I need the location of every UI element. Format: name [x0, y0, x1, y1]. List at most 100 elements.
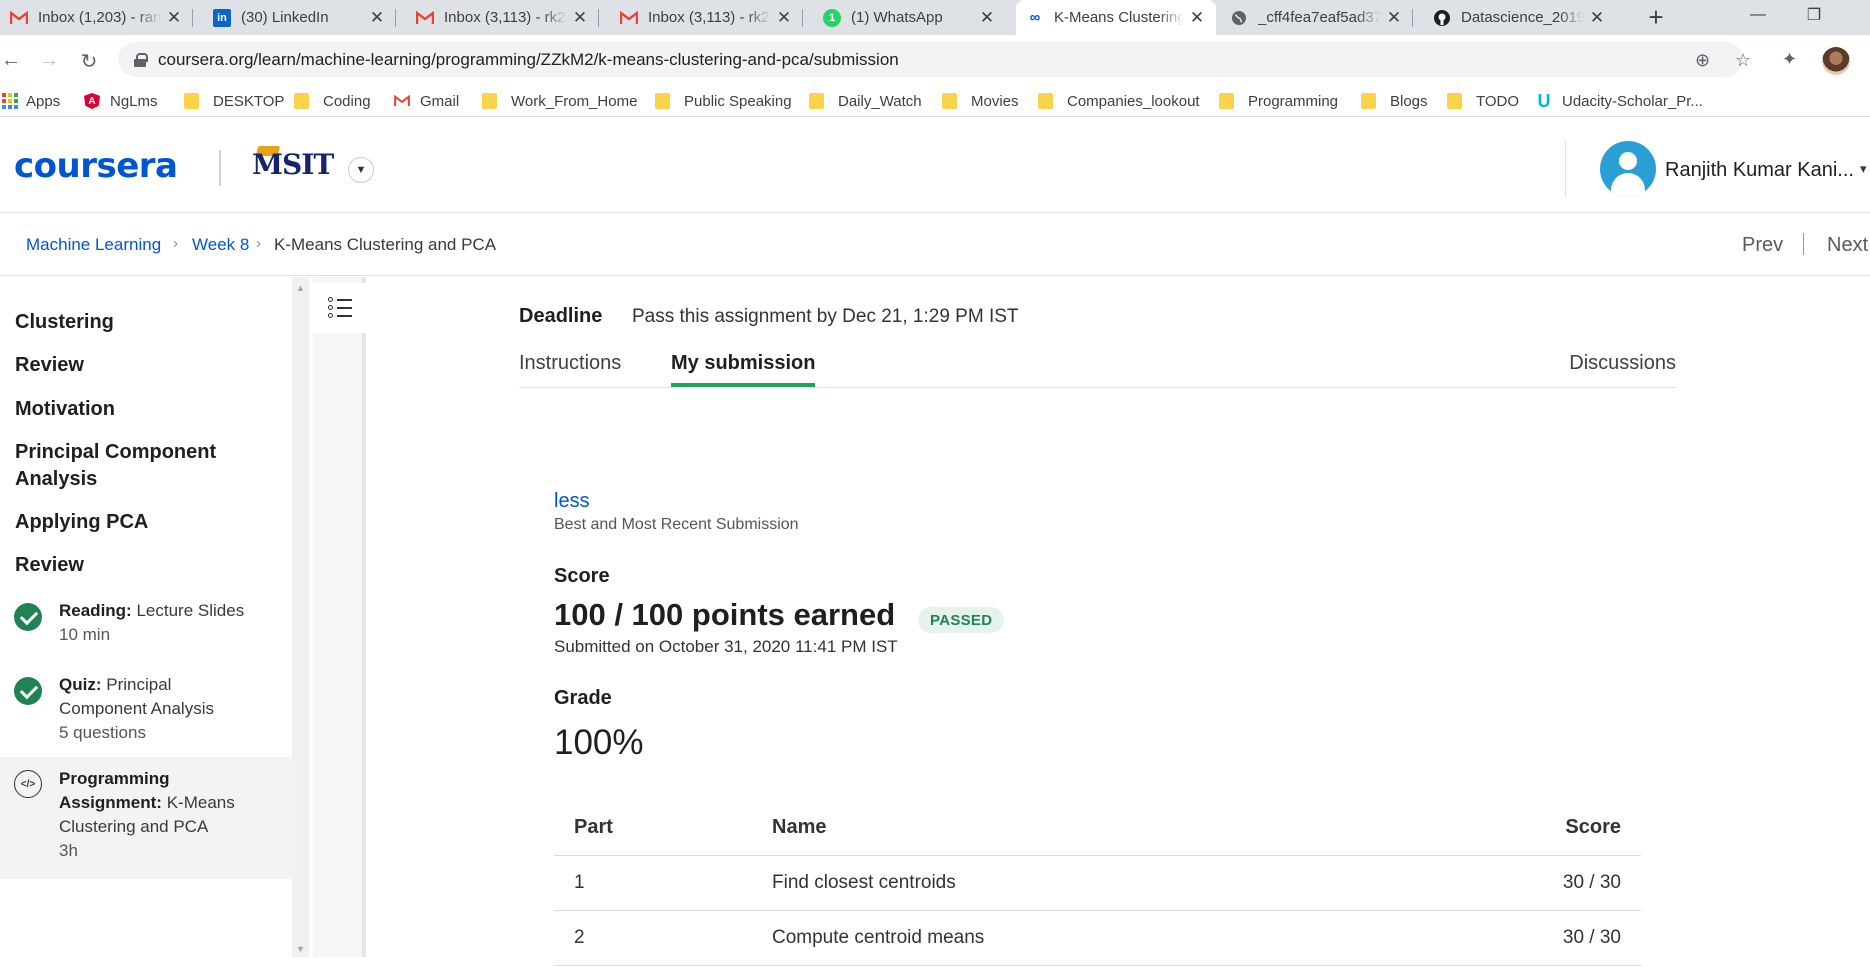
prev-button[interactable]: Prev — [1742, 234, 1783, 257]
chevron-down-icon[interactable]: ▾ — [1860, 161, 1867, 177]
toc-toggle-button[interactable] — [313, 283, 366, 333]
tab-my-submission[interactable]: My submission — [671, 352, 816, 387]
msit-logo[interactable]: MSIT — [252, 148, 334, 181]
breadcrumb-current: K-Means Clustering and PCA — [274, 235, 497, 254]
browser-toolbar: ← → ↻ coursera.org/learn/machine-learnin… — [0, 35, 1870, 85]
site-header: coursera MSIT ▼ Ranjith Kumar Kani... ▾ — [0, 117, 1870, 213]
tab-instructions[interactable]: Instructions — [519, 352, 621, 387]
chevron-down-icon[interactable]: ▼ — [348, 157, 374, 183]
close-tab-icon[interactable]: ✕ — [1588, 8, 1606, 28]
score-cell: 30 / 30 — [1401, 910, 1641, 966]
bookmark-public-speaking[interactable]: Public Speaking — [655, 91, 792, 111]
submitted-date: Submitted on October 31, 2020 11:41 PM I… — [554, 637, 898, 656]
close-tab-icon[interactable]: ✕ — [1385, 8, 1403, 28]
breadcrumb: Machine Learning › Week 8 › K-Means Clus… — [0, 213, 1870, 276]
sidebar-item-lecture-slides[interactable]: Reading: Lecture Slides 10 min — [0, 595, 292, 667]
list-icon — [327, 297, 352, 319]
minimize-icon[interactable]: — — [1730, 0, 1786, 30]
browser-tab-active[interactable]: ∞ K-Means Clustering ✕ — [1016, 0, 1216, 35]
browser-tab[interactable]: 1 (1) WhatsApp ✕ — [813, 0, 1006, 35]
forward-arrow-icon[interactable]: → — [38, 49, 60, 72]
breadcrumb-course[interactable]: Machine Learning — [26, 235, 161, 255]
breadcrumb-week[interactable]: Week 8 — [192, 235, 249, 255]
sidebar-item-programming-assignment[interactable]: </> Programming Assignment: K-Means Clus… — [0, 757, 292, 879]
scroll-up-icon[interactable]: ▲ — [292, 283, 309, 293]
bookmark-udacity[interactable]: U Udacity-Scholar_Pr... — [1536, 91, 1703, 111]
bookmark-companies-lookout[interactable]: Companies_lookout — [1038, 91, 1200, 111]
folder-icon — [1038, 93, 1053, 109]
new-tab-button[interactable]: + — [1640, 0, 1672, 35]
linkedin-icon: in — [213, 8, 231, 27]
bookmark-nglms[interactable]: A NgLms — [84, 91, 158, 111]
user-name[interactable]: Ranjith Kumar Kani... — [1665, 159, 1854, 182]
reload-icon[interactable]: ↻ — [78, 49, 100, 74]
bookmark-blogs[interactable]: Blogs — [1361, 91, 1428, 111]
sidebar-item-quiz-pca[interactable]: Quiz: Principal Component Analysis 5 que… — [0, 669, 292, 765]
close-tab-icon[interactable]: ✕ — [978, 8, 996, 28]
bookmark-programming[interactable]: Programming — [1219, 91, 1338, 111]
close-tab-icon[interactable]: ✕ — [165, 8, 183, 28]
sidebar-heading[interactable]: Review — [15, 552, 84, 579]
coursera-icon: ∞ — [1029, 9, 1041, 26]
browser-tab[interactable]: Inbox (1,203) - ran ✕ — [0, 0, 193, 35]
tab-discussions[interactable]: Discussions — [1569, 352, 1676, 387]
lock-icon[interactable] — [134, 53, 148, 67]
bookmark-apps[interactable]: Apps — [2, 91, 60, 111]
restore-icon[interactable]: ❐ — [1786, 0, 1842, 30]
bookmark-gmail[interactable]: Gmail — [394, 91, 459, 111]
back-arrow-icon[interactable]: ← — [0, 49, 22, 72]
bookmark-todo[interactable]: TODO — [1447, 91, 1519, 111]
folder-icon — [942, 93, 957, 109]
close-tab-icon[interactable]: ✕ — [571, 8, 589, 28]
less-link[interactable]: less — [554, 490, 590, 513]
results-table: Part Name Score 1 Find closest centroids… — [554, 800, 1641, 966]
submission-note: Best and Most Recent Submission — [554, 516, 799, 533]
close-tab-icon[interactable]: ✕ — [1188, 8, 1206, 28]
browser-tab[interactable]: Inbox (3,113) - rk2 ✕ — [610, 0, 803, 35]
browser-tab[interactable]: Inbox (3,113) - rk2 ✕ — [406, 0, 599, 35]
bookmark-movies[interactable]: Movies — [942, 91, 1019, 111]
address-bar[interactable]: coursera.org/learn/machine-learning/prog… — [118, 42, 1751, 77]
sidebar-heading[interactable]: Principal Component Analysis — [15, 439, 245, 493]
gmail-icon — [416, 9, 434, 27]
assignment-tabs: Instructions My submission Discussions — [519, 343, 1676, 388]
star-icon[interactable]: ☆ — [1735, 50, 1751, 71]
user-avatar-icon[interactable] — [1600, 141, 1656, 197]
profile-avatar-icon[interactable] — [1822, 47, 1850, 75]
sidebar-heading[interactable]: Applying PCA — [15, 509, 148, 536]
zoom-icon[interactable]: ⊕ — [1695, 50, 1710, 71]
close-tab-icon[interactable]: ✕ — [368, 8, 386, 28]
chevron-right-icon: › — [256, 235, 261, 252]
coursera-logo[interactable]: coursera — [14, 146, 178, 186]
bookmark-coding[interactable]: Coding — [294, 91, 371, 111]
bookmark-work-from-home[interactable]: Work_From_Home — [482, 91, 637, 111]
table-header-row: Part Name Score — [554, 800, 1641, 856]
sidebar-heading[interactable]: Motivation — [15, 396, 115, 423]
name-cell: Find closest centroids — [752, 855, 1401, 911]
folder-icon — [809, 93, 824, 109]
extensions-icon[interactable]: ✦ — [1782, 49, 1797, 70]
sidebar-heading[interactable]: Review — [15, 352, 84, 379]
course-sidebar: Clustering Review Motivation Principal C… — [0, 277, 292, 957]
table-row: 1 Find closest centroids 30 / 30 — [554, 855, 1641, 911]
grade-value: 100% — [554, 723, 644, 762]
checkmark-circle-icon — [14, 603, 42, 631]
sidebar-heading[interactable]: Clustering — [15, 309, 114, 336]
bookmark-desktop[interactable]: DESKTOP — [184, 91, 284, 111]
github-icon — [1433, 9, 1451, 27]
checkmark-circle-icon — [14, 677, 42, 705]
close-tab-icon[interactable]: ✕ — [775, 8, 793, 28]
bookmark-daily-watch[interactable]: Daily_Watch — [809, 91, 922, 111]
gmail-icon — [394, 93, 410, 109]
url-text[interactable]: coursera.org/learn/machine-learning/prog… — [158, 50, 899, 70]
deadline-label: Deadline — [519, 305, 603, 327]
browser-tab[interactable]: Datascience_2019 ✕ — [1423, 0, 1616, 35]
name-cell: Compute centroid means — [752, 910, 1401, 966]
browser-tab[interactable]: _cff4fea7eaf5ad37 ✕ — [1220, 0, 1413, 35]
browser-tab[interactable]: in (30) LinkedIn ✕ — [203, 0, 396, 35]
next-button[interactable]: Next — [1827, 234, 1868, 257]
sidebar-scrollbar[interactable]: ▲ ▼ — [292, 277, 309, 957]
grade-label: Grade — [554, 687, 612, 709]
scroll-down-icon[interactable]: ▼ — [292, 944, 309, 954]
points-earned: 100 / 100 points earned — [554, 597, 896, 632]
